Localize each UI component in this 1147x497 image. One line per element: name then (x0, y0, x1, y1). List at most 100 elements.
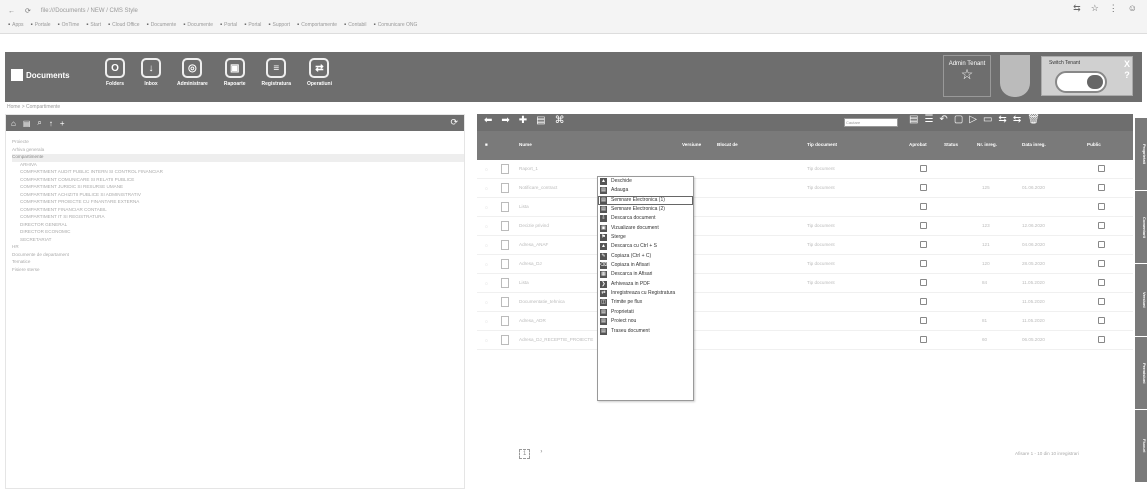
public-checkbox[interactable] (1098, 317, 1105, 324)
context-menu-item[interactable]: ▲ Descarca cu Ctrl + S (598, 242, 693, 251)
tree-item[interactable]: DIRECTOR GENERAL (12, 222, 464, 230)
table-row[interactable]: ◌ Decizie privind Tip document 123 12.06.202… (477, 217, 1133, 236)
tree-item[interactable]: ARHIVA (12, 162, 464, 170)
app-brand[interactable]: Documents (11, 69, 70, 81)
nav-tool-icon[interactable]: ⌘ (555, 115, 565, 126)
address-bar[interactable]: file:///Documents / NEW / CMS Style (41, 8, 138, 14)
bookmark-item[interactable]: ▪ Documente (183, 22, 213, 28)
context-menu-item[interactable]: ⚑ Sterge (598, 233, 693, 242)
bookmark-item[interactable]: ▪ Cloud Office (108, 22, 140, 28)
col-locked-by[interactable]: Blocat de (717, 142, 738, 147)
table-row[interactable]: ◌ Adresa_DJ Tip document 120 28.05.2020 (477, 255, 1133, 274)
row-name[interactable]: Notificare_contract (519, 185, 557, 190)
context-menu-item[interactable]: ⌫ Copiaza in Afisari (598, 261, 693, 270)
approved-checkbox[interactable] (920, 222, 927, 229)
table-row[interactable]: ◌ Adresa_ADR 81 11.05.2020 (477, 312, 1133, 331)
approved-checkbox[interactable] (920, 165, 927, 172)
col-reg-date[interactable]: Data inreg. (1022, 142, 1046, 147)
table-row[interactable]: ◌ Adresa_ANAF Tip document 121 04.06.2020 (477, 236, 1133, 255)
menu-icon[interactable]: ⋮ (1109, 3, 1118, 14)
context-menu-item[interactable]: ▤ Traseu document (598, 327, 693, 336)
tree-item[interactable]: COMPARTIMENT FINANCIAR CONTABIL (12, 207, 464, 215)
tenant-toggle[interactable] (1055, 71, 1107, 93)
context-menu-item[interactable]: ❯ Arhiveaza in PDF (598, 280, 693, 289)
approved-checkbox[interactable] (920, 260, 927, 267)
public-checkbox[interactable] (1098, 222, 1105, 229)
row-select[interactable]: ◌ (485, 205, 488, 211)
search-icon[interactable]: ⌕ (37, 118, 41, 128)
row-select[interactable]: ◌ (485, 167, 488, 173)
tree-item[interactable]: Arhiva generala (12, 147, 464, 155)
table-row[interactable]: ◌ Lista Tip document 84 11.05.2020 (477, 274, 1133, 293)
bookmark-item[interactable]: ▪ Support (268, 22, 290, 28)
tree-item[interactable]: COMPARTIMENT PROIECTE CU FINANTARE EXTER… (12, 199, 464, 207)
col-public[interactable]: Public (1087, 142, 1101, 147)
bookmark-item[interactable]: ▪ Documente (147, 22, 177, 28)
toolbar-tool-icon[interactable]: ☰ (924, 114, 933, 125)
approved-checkbox[interactable] (920, 203, 927, 210)
approved-checkbox[interactable] (920, 336, 927, 343)
context-menu-item[interactable]: ▤ Proiect nou (598, 317, 693, 326)
tree-item[interactable]: SECRETARIAT (12, 237, 464, 245)
public-checkbox[interactable] (1098, 203, 1105, 210)
table-row[interactable]: ◌ Adresa_DJ_RECEPTIE_PROIECTE 60 06.05.2020 (477, 331, 1133, 350)
new-folder-icon[interactable]: ▤ (23, 119, 31, 128)
toolbar-tool-icon[interactable]: ▭ (983, 114, 992, 125)
bookmark-item[interactable]: ▪ Contabil (344, 22, 367, 28)
public-checkbox[interactable] (1098, 241, 1105, 248)
nav-tool-icon[interactable]: ⬅ (484, 115, 492, 126)
approved-checkbox[interactable] (920, 184, 927, 191)
help-button[interactable]: ? (1124, 70, 1130, 81)
bookmark-item[interactable]: ▪ Portal (220, 22, 237, 28)
bookmark-item[interactable]: ▪ Start (86, 22, 101, 28)
module-button[interactable]: O Folders (105, 58, 125, 87)
account-icon[interactable]: ☺ (1128, 3, 1137, 14)
row-select[interactable]: ◌ (485, 224, 488, 230)
current-page[interactable]: 1 (519, 449, 531, 459)
context-menu-item[interactable]: ▲ Deschide (598, 177, 693, 186)
row-select[interactable]: ◌ (485, 262, 488, 268)
public-checkbox[interactable] (1098, 336, 1105, 343)
module-button[interactable]: ≡ Registratura (262, 58, 291, 87)
back-icon[interactable]: ← (8, 8, 15, 15)
row-name[interactable]: Documentatie_tehnica (519, 299, 565, 304)
bookmark-item[interactable]: ▪ Portal (244, 22, 261, 28)
tree-item[interactable]: COMPARTIMENT COMUNICARE SI RELATII PUBLI… (12, 177, 464, 185)
bookmark-item[interactable]: ▪ Apps (8, 22, 24, 28)
tree-item[interactable]: Compartimente (12, 154, 464, 162)
row-name[interactable]: Adresa_ANAF (519, 242, 548, 247)
tree-item[interactable]: Fisiere sterse (12, 267, 464, 275)
row-select[interactable]: ◌ (485, 319, 488, 325)
side-tab[interactable]: Fluxuri (1135, 410, 1147, 482)
module-button[interactable]: ⇄ Operatiuni (307, 58, 332, 87)
refresh-icon[interactable]: ⟳ (450, 117, 458, 128)
tenant-badge[interactable]: Admin Tenant ☆ (943, 55, 991, 97)
context-menu-item[interactable]: ▦ Descarca in Afisari (598, 270, 693, 279)
row-name[interactable]: Adresa_ADR (519, 318, 546, 323)
up-icon[interactable]: ↑ (49, 119, 53, 128)
bookmark-item[interactable]: ▪ Portale (31, 22, 51, 28)
tree-item[interactable]: Proiecte (12, 139, 464, 147)
home-icon[interactable]: ⌂ (11, 119, 16, 128)
context-menu-item[interactable]: ✎ Copiaza (Ctrl + C) (598, 252, 693, 261)
select-all-checkbox[interactable]: ■ (485, 142, 488, 147)
context-menu-item[interactable]: ⇩ Descarca document (598, 214, 693, 223)
toolbar-tool-icon[interactable]: ⇆ (998, 114, 1006, 125)
table-row[interactable]: ◌ Notificare_contract Tip document 125 01.06… (477, 179, 1133, 198)
col-reg-no[interactable]: Nr. inreg. (977, 142, 997, 147)
row-name[interactable]: Adresa_DJ (519, 261, 542, 266)
tree-item[interactable]: COMPARTIMENT IT SI REGISTRATURA (12, 214, 464, 222)
row-name[interactable]: Adresa_DJ_RECEPTIE_PROIECTE (519, 337, 593, 342)
module-button[interactable]: ◎ Administrare (177, 58, 208, 87)
context-menu-item[interactable]: ▤ Adauga (598, 186, 693, 195)
bookmark-item[interactable]: ▪ Comportamente (297, 22, 337, 28)
toolbar-tool-icon[interactable]: ▢ (954, 114, 963, 125)
nav-tool-icon[interactable]: ✚ (519, 115, 527, 126)
approved-checkbox[interactable] (920, 279, 927, 286)
toolbar-tool-icon[interactable]: 🗑 (1027, 114, 1040, 125)
tree-item[interactable]: COMPARTIMENT ACHIZITII PUBLICE SI ADMINI… (12, 192, 464, 200)
toolbar-tool-icon[interactable]: ▤ (909, 114, 918, 125)
col-approved[interactable]: Aprobat (909, 142, 927, 147)
approved-checkbox[interactable] (920, 241, 927, 248)
nav-tool-icon[interactable]: ▤ (536, 115, 545, 126)
